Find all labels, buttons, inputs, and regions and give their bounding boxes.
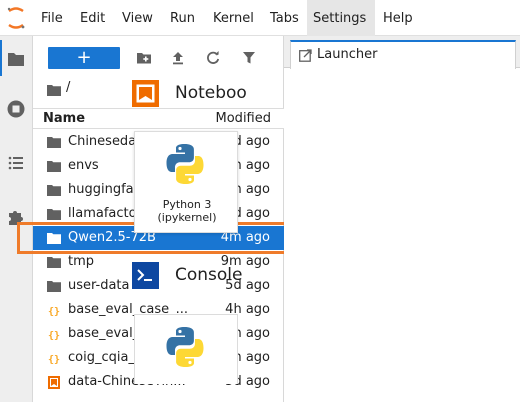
folder-icon <box>47 257 61 268</box>
folder-icon <box>47 137 61 148</box>
notebook-file-icon <box>48 376 60 389</box>
tab-launcher[interactable]: Launcher <box>290 40 516 69</box>
home-folder-icon[interactable] <box>47 84 61 96</box>
svg-text:{}: {} <box>48 331 60 342</box>
kernel-spec-label: (ipykernel) <box>157 211 217 224</box>
filter-icon[interactable] <box>241 50 257 66</box>
json-file-icon: {} <box>48 331 60 342</box>
menu-tabs[interactable]: Tabs <box>264 0 305 36</box>
python-logo-icon <box>166 327 204 367</box>
menu-run[interactable]: Run <box>164 0 201 36</box>
python3-notebook-card[interactable]: Python 3 (ipykernel) <box>134 131 238 233</box>
jupyter-logo-icon[interactable] <box>6 7 26 29</box>
python-logo-icon <box>166 144 204 184</box>
menu-view[interactable]: View <box>116 0 159 36</box>
left-activity-bar <box>0 36 33 402</box>
breadcrumb-root[interactable]: / <box>66 80 70 95</box>
main-dock-area: Launcher <box>284 36 520 402</box>
menu-kernel[interactable]: Kernel <box>207 0 260 36</box>
menu-bar: File Edit View Run Kernel Tabs Settings … <box>0 0 520 36</box>
folder-icon[interactable] <box>5 48 27 70</box>
notebook-section-icon <box>132 80 159 107</box>
name-column-header[interactable]: Name <box>43 111 85 126</box>
table-of-contents-icon[interactable] <box>5 152 27 174</box>
active-panel-indicator <box>0 40 2 76</box>
menu-settings[interactable]: Settings <box>307 0 375 36</box>
folder-icon <box>47 209 61 220</box>
json-file-icon: {} <box>48 307 60 318</box>
svg-text:{}: {} <box>48 307 60 318</box>
python3-console-card[interactable] <box>134 314 238 384</box>
menu-edit[interactable]: Edit <box>74 0 111 36</box>
kernel-name-label: Python 3 <box>162 198 212 211</box>
modified-column-header[interactable]: Modified <box>216 111 271 126</box>
folder-icon <box>47 185 61 196</box>
tab-launcher-label: Launcher <box>317 47 378 62</box>
console-section-title: Console <box>175 265 243 285</box>
running-sessions-icon[interactable] <box>5 98 27 120</box>
refresh-icon[interactable] <box>205 50 221 66</box>
launcher-icon <box>299 49 312 62</box>
upload-icon[interactable] <box>170 50 186 66</box>
menu-file[interactable]: File <box>35 0 69 36</box>
svg-text:{}: {} <box>48 355 60 366</box>
console-section-icon <box>132 262 159 289</box>
launcher-panel <box>284 69 520 402</box>
file-browser-toolbar: + <box>33 36 284 82</box>
menu-help[interactable]: Help <box>377 0 419 36</box>
folder-icon <box>47 281 61 292</box>
file-list-header: Name Modified <box>33 108 284 129</box>
new-folder-icon[interactable] <box>136 50 152 66</box>
tab-bar: Launcher <box>284 36 520 69</box>
notebook-section-title: Noteboo <box>175 83 247 103</box>
json-file-icon: {} <box>48 355 60 366</box>
new-launcher-button[interactable]: + <box>48 47 120 69</box>
folder-icon <box>47 161 61 172</box>
